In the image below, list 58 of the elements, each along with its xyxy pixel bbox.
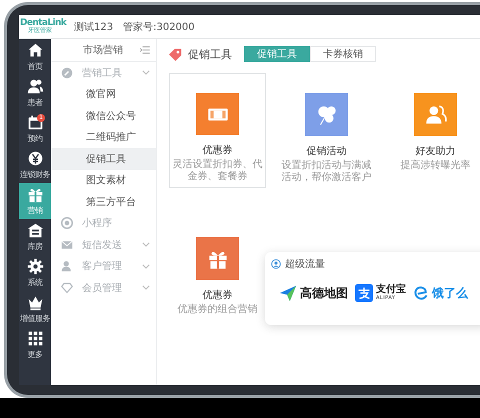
nav-item[interactable]: 首页 [19, 39, 51, 75]
tool-card[interactable]: 促销活动 设置折扣活动与满减活动，帮你激活客户 [278, 73, 375, 189]
tool-card[interactable]: 好友助力 提高涉转曝光率 [398, 73, 474, 177]
chevron-icon [142, 242, 150, 248]
menu-icon[interactable] [140, 46, 150, 54]
ring-icon [61, 217, 73, 230]
partner-logo-text: 高德地图 [300, 284, 348, 302]
account-number: 管家号:302000 [123, 20, 195, 34]
chevron-icon [142, 285, 150, 290]
partner-logo-text: 支付宝 [376, 285, 406, 295]
nav-item[interactable]: 系统 [19, 255, 51, 291]
tag-icon [169, 48, 182, 60]
sidebar-item[interactable]: 微官网 [51, 84, 156, 105]
gift-icon [26, 186, 44, 203]
tool-description: 灵活设置折扣券、代金券、套餐券 [172, 159, 264, 183]
e-letter-icon [413, 285, 429, 301]
nav-item[interactable]: 连锁财务 [19, 147, 51, 183]
sidebar-item[interactable]: 二维码推广 [51, 126, 156, 148]
user-name: 测试123 [74, 20, 114, 34]
tool-description: 优惠券的组合营销 [176, 304, 258, 316]
person-icon [61, 260, 73, 272]
tool-card[interactable]: 优惠券 灵活设置折扣券、代金券、套餐券 [169, 73, 266, 188]
sidebar-item[interactable]: 第三方平台 [51, 191, 156, 212]
chevron-icon [142, 70, 150, 76]
tool-name: 好友助力 [416, 144, 456, 158]
page-title: 促销工具 [188, 46, 232, 62]
nav-item[interactable]: 更多 [19, 327, 51, 363]
nav-item[interactable]: 库房 [19, 219, 51, 255]
sidebar-item[interactable]: 图文素材 [51, 170, 156, 191]
sidebar-item[interactable]: 促销工具 [51, 148, 156, 170]
calendar-icon [26, 114, 44, 131]
person-circle-icon [271, 259, 281, 269]
sidebar-title: 市场营销 [83, 44, 123, 57]
tool-name: 优惠券 [202, 288, 232, 302]
users-icon [26, 78, 44, 95]
panel-title: 超级流量 [285, 258, 325, 271]
paper-plane-icon [279, 284, 297, 302]
alipay-icon [355, 284, 373, 302]
nav-item[interactable]: 增值服务 [19, 291, 51, 327]
tool-description: 设置折扣活动与满减活动，帮你激活客户 [280, 160, 372, 184]
house-icon [26, 222, 44, 239]
tool-name: 促销活动 [306, 145, 346, 158]
chevron-icon [142, 264, 150, 269]
mail-icon [61, 238, 73, 251]
gear-icon [26, 258, 44, 275]
yen-icon [26, 150, 44, 167]
partner-logo-text: 饿了么 [432, 284, 468, 302]
crown-icon [26, 294, 44, 311]
diamond-icon [61, 282, 73, 294]
tab[interactable]: 卡券核销 [310, 46, 376, 62]
nav-item[interactable]: 患者 [19, 75, 51, 111]
tool-name: 优惠券 [202, 144, 232, 157]
tool-description: 提高涉转曝光率 [400, 160, 472, 172]
grid-icon [26, 330, 44, 347]
home-icon [26, 42, 44, 59]
tool-card[interactable]: 优惠券 优惠券的组合营销 [174, 217, 260, 321]
sidebar-item[interactable]: 微信公众号 [51, 105, 156, 126]
brand-logo: DentaLink [20, 19, 66, 28]
